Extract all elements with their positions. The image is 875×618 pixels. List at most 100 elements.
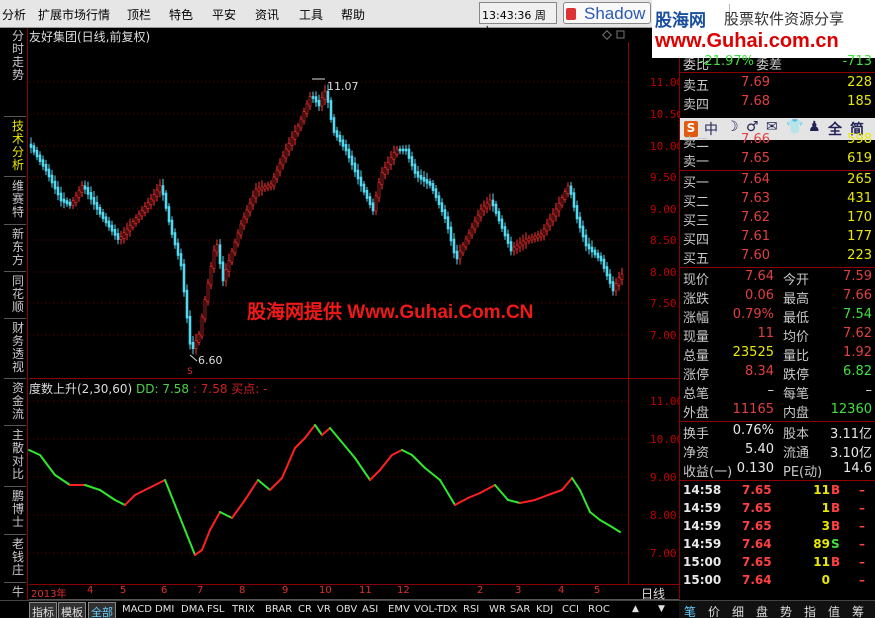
tick-volume: 11 [813, 483, 830, 497]
tab-brar[interactable]: BRAR [265, 604, 292, 615]
candle-body [203, 299, 207, 320]
sidebar-tab-timeshare[interactable]: 分时走势 [12, 30, 26, 82]
tab-cr[interactable]: CR [298, 604, 312, 615]
sidebar-tab-pengboshi[interactable]: 鹏博士 [12, 490, 26, 529]
candle-body [212, 249, 216, 269]
indicator-line [28, 424, 621, 556]
tab-macd[interactable]: MACD [122, 604, 152, 615]
month-label: 5 [594, 585, 601, 596]
candle-body [281, 155, 285, 166]
buy4-row[interactable]: 买四 7.61 177 [680, 229, 875, 248]
tab-vr[interactable]: VR [317, 604, 331, 615]
sidebar-tab-weisaite[interactable]: 维赛特 [12, 180, 26, 219]
candle-body [296, 125, 300, 134]
month-label: 6 [161, 585, 168, 596]
tab-roc[interactable]: ROC [588, 604, 610, 615]
sidebar-tab-fundflow[interactable]: 资金流 [12, 382, 26, 421]
candle-body [269, 183, 273, 188]
stat-label: 涨跌 [683, 292, 710, 307]
indicator-segment [164, 479, 176, 506]
menu-news[interactable]: 资讯 [255, 6, 279, 23]
sidebar-tab-compare[interactable]: 主散对比 [12, 429, 26, 481]
candle-body [137, 213, 141, 221]
stat-row: 现量 11 均价 7.62 [680, 326, 875, 345]
sell4-row[interactable]: 卖四 7.68 185 [680, 94, 875, 113]
menu-feature[interactable]: 特色 [169, 6, 193, 23]
candle-body [107, 220, 111, 228]
tab-template[interactable]: 模板 [58, 602, 86, 618]
candle-body [467, 232, 471, 242]
buy1-row[interactable]: 买一 7.64 265 [680, 172, 875, 191]
candle-body [134, 217, 138, 224]
sidebar-tab-technical[interactable]: 技术分析 [12, 120, 26, 172]
price-tick: 8.50 [650, 234, 677, 247]
watermark: 股海网提供 Www.Guhai.Com.CN [247, 302, 534, 323]
tab-scroll-up-icon[interactable]: ▲ [632, 604, 639, 614]
tab-price[interactable]: 价 [708, 603, 720, 618]
tab-obv[interactable]: OBV [336, 604, 357, 615]
tab-rsi[interactable]: RSI [463, 604, 479, 615]
candle-body [590, 246, 594, 253]
tab-index[interactable]: 指 [804, 603, 816, 618]
tab-chips[interactable]: 筹 [852, 603, 864, 618]
menu-help[interactable]: 帮助 [341, 6, 365, 23]
buy5-row[interactable]: 买五 7.60 223 [680, 248, 875, 267]
indicator-grid [29, 400, 628, 554]
candle-body [185, 289, 189, 319]
candle-body [479, 208, 483, 218]
tab-trades[interactable]: 笔 [684, 603, 696, 618]
indicator-segment [114, 499, 126, 506]
tab-scroll-down-icon[interactable]: ▼ [658, 604, 665, 614]
tab-trix[interactable]: TRIX [232, 604, 255, 615]
price-tick: 8.00 [650, 266, 677, 279]
buy3-row[interactable]: 买三 7.62 170 [680, 210, 875, 229]
candle-body [38, 154, 42, 162]
tab-vol-tdx[interactable]: VOL-TDX [414, 604, 457, 615]
menu-pingan[interactable]: 平安 [212, 6, 236, 23]
candle-body [542, 228, 546, 237]
menu-ext-market[interactable]: 扩展市场行情 [38, 6, 110, 23]
tab-fsl[interactable]: FSL [207, 604, 225, 615]
menu-analysis[interactable]: 分析 [2, 6, 26, 23]
tab-book[interactable]: 盘 [756, 603, 768, 618]
candle-body [446, 216, 450, 230]
stat-label: 现价 [683, 273, 710, 288]
sidebar-tab-xindongfang[interactable]: 新东方 [12, 228, 26, 267]
tick-dash: – [859, 483, 865, 497]
candle-body [272, 176, 276, 187]
search-box[interactable]: Shadow [563, 2, 651, 24]
tab-dma[interactable]: DMA [181, 604, 204, 615]
tab-dmi[interactable]: DMI [155, 604, 174, 615]
candle-body [236, 232, 240, 245]
indicator-segment [99, 489, 116, 501]
candle-body [497, 211, 501, 222]
sidebar-tab-tonghuashun[interactable]: 同花顺 [12, 275, 26, 314]
buy2-row[interactable]: 买二 7.63 431 [680, 191, 875, 210]
sell5-row[interactable]: 卖五 7.69 228 [680, 75, 875, 94]
tab-asi[interactable]: ASI [362, 604, 378, 615]
fin-row: 收益(一) 0.130 PE(动) 14.6 [680, 461, 875, 480]
tab-kdj[interactable]: KDJ [536, 604, 553, 615]
candle-body [179, 253, 183, 267]
candle-body [206, 282, 210, 303]
indicator-segment [304, 424, 316, 439]
menu-topbar[interactable]: 顶栏 [127, 6, 151, 23]
indicator-segment [219, 511, 233, 519]
sidebar-tab-finance[interactable]: 财务透视 [12, 322, 26, 374]
left-sidebar: 分时走势 技术分析 维赛特 新东方 同花顺 财务透视 资金流 主散对比 鹏博士 … [0, 28, 28, 612]
tab-indicator[interactable]: 指标 [29, 602, 57, 618]
tab-value[interactable]: 值 [828, 603, 840, 618]
sell1-row[interactable]: 卖一 7.65 619 [680, 151, 875, 170]
tab-trend[interactable]: 势 [780, 603, 792, 618]
tab-all[interactable]: 全部 [88, 602, 116, 618]
sell2-row[interactable]: 卖二 7.66 598 [680, 132, 875, 151]
candle-body [314, 96, 318, 103]
indicator-legend[interactable]: 度数上升(2,30,60) DD: 7.58 : 7.58 买点: - [29, 380, 268, 397]
tab-wr[interactable]: WR [489, 604, 506, 615]
tab-emv[interactable]: EMV [388, 604, 410, 615]
tab-cci[interactable]: CCI [562, 604, 579, 615]
tab-detail[interactable]: 细 [732, 603, 744, 618]
tab-sar[interactable]: SAR [510, 604, 530, 615]
sidebar-tab-laoqian[interactable]: 老钱庄 [12, 538, 26, 577]
menu-tools[interactable]: 工具 [299, 6, 323, 23]
